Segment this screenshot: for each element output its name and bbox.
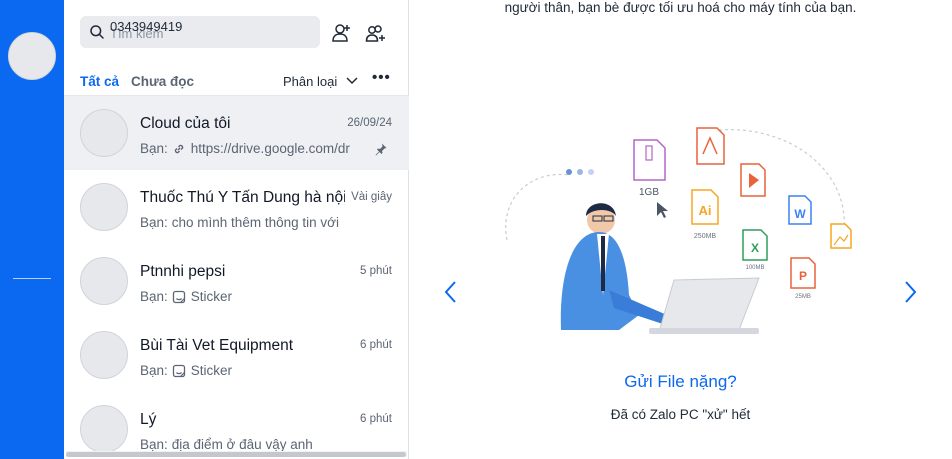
preview-text: cho mình thêm thông tin với: [171, 215, 339, 230]
conversation-name: Cloud của tôi: [140, 115, 231, 132]
conversation-preview: Bạn: cho mình thêm thông tin với: [140, 215, 370, 230]
welcome-area: người thân, bạn bè được tối ưu hoá cho m…: [409, 0, 952, 459]
preview-text: địa điểm ở đâu vậy anh: [171, 437, 313, 451]
conversation-time: Vài giây: [351, 191, 392, 203]
nav-rail: [0, 0, 64, 459]
sender-label: Bạn:: [140, 141, 168, 156]
add-friend-icon[interactable]: [331, 22, 353, 44]
sender-label: Bạn:: [140, 289, 168, 304]
horizontal-scrollbar[interactable]: [66, 451, 407, 457]
conversation-row[interactable]: Ptnnhi pepsi 5 phút Bạn: Sticker: [64, 244, 409, 318]
video-file-icon: [740, 163, 766, 197]
create-group-icon[interactable]: [365, 22, 387, 44]
svg-text:25MB: 25MB: [795, 294, 811, 300]
conversation-name: Bùi Tài Vet Equipment: [140, 337, 294, 354]
sender-label: Bạn:: [140, 363, 168, 378]
tab-unread[interactable]: Chưa đọc: [131, 74, 194, 89]
tab-all[interactable]: Tất cả: [80, 74, 119, 89]
preview-text: https://drive.google.com/dr: [190, 141, 350, 156]
conversation-filters: Tất cả Chưa đọc Phân loại •••: [64, 68, 409, 96]
conversation-time: 26/09/24: [347, 117, 392, 129]
scrollbar-thumb[interactable]: [66, 452, 406, 457]
illustrator-file-icon: Ai 250MB: [691, 189, 719, 240]
next-slide-icon[interactable]: [902, 279, 918, 305]
pin-icon[interactable]: [374, 142, 388, 156]
word-file-icon: W: [788, 195, 812, 225]
slide-title: Gửi File nặng?: [624, 372, 737, 391]
conversation-name: Ptnnhi pepsi: [140, 263, 226, 280]
conversation-row[interactable]: Thuốc Thú Y Tấn Dung hà nội Vài giây Bạn: c…: [64, 170, 409, 244]
pdf-file-icon: [696, 127, 725, 165]
conversation-panel: Tìm kiếm 0343949419 Tất cả Chưa đọc Phân…: [64, 0, 409, 459]
conversation-row[interactable]: Cloud của tôi 26/09/24 Bạn: https://drive.g…: [64, 96, 409, 170]
laptop: [649, 277, 760, 334]
conversation-preview: Bạn: Sticker: [140, 363, 370, 378]
svg-text:100MB: 100MB: [745, 265, 764, 271]
conversation-avatar: [80, 331, 128, 379]
conversation-avatar: [80, 257, 128, 305]
search-icon: [90, 25, 104, 39]
sort-dropdown[interactable]: Phân loại: [283, 74, 337, 89]
sticker-icon: [172, 290, 185, 304]
conversation-avatar: [80, 183, 128, 231]
svg-text:P: P: [799, 269, 807, 283]
conversation-time: 5 phút: [360, 265, 392, 277]
user-avatar[interactable]: [8, 32, 56, 80]
link-icon: [174, 144, 184, 154]
svg-text:X: X: [751, 241, 759, 255]
conversation-preview: Bạn: https://drive.google.com/dr: [140, 141, 370, 156]
conversation-list: Cloud của tôi 26/09/24 Bạn: https://drive.g…: [64, 96, 409, 451]
more-options-button[interactable]: •••: [372, 69, 391, 86]
cursor-icon: [657, 202, 668, 218]
conversation-row[interactable]: Bùi Tài Vet Equipment 6 phút Bạn: Sticker: [64, 318, 409, 392]
zalo-window: Tìm kiếm 0343949419 Tất cả Chưa đọc Phân…: [0, 0, 952, 459]
slide-subtitle: Đã có Zalo PC "xử" hết: [610, 407, 751, 422]
zip-file-icon: 1GB: [633, 139, 666, 198]
welcome-description: người thân, bạn bè được tối ưu hoá cho m…: [504, 0, 857, 15]
excel-file-icon: X 100MB: [742, 229, 768, 271]
conversation-time: 6 phút: [360, 339, 392, 351]
svg-text:1GB: 1GB: [639, 187, 659, 198]
conversation-preview: Bạn: Sticker: [140, 289, 370, 304]
svg-text:W: W: [794, 207, 806, 221]
svg-text:250MB: 250MB: [694, 233, 717, 240]
search-input[interactable]: 0343949419: [110, 19, 182, 34]
preview-text: Sticker: [190, 363, 233, 378]
conversation-time: 6 phút: [360, 413, 392, 425]
conversation-row[interactable]: Lý 6 phút Bạn: địa điểm ở đâu vậy anh: [64, 392, 409, 451]
sender-label: Bạn:: [140, 215, 168, 230]
preview-text: Sticker: [190, 289, 233, 304]
search-box[interactable]: Tìm kiếm 0343949419: [80, 16, 320, 48]
conversation-name: Lý: [140, 411, 157, 428]
powerpoint-file-icon: P 25MB: [790, 257, 816, 300]
conversation-preview: Bạn: địa điểm ở đâu vậy anh: [140, 437, 370, 451]
dashed-arc: [718, 129, 845, 231]
sender-label: Bạn:: [140, 437, 168, 451]
conversation-name: Thuốc Thú Y Tấn Dung hà nội: [140, 189, 345, 206]
dashed-arc: [505, 173, 570, 241]
conversation-avatar: [80, 109, 128, 157]
rail-divider: [13, 278, 51, 279]
previous-slide-icon[interactable]: [443, 279, 459, 305]
image-file-icon: [830, 223, 852, 249]
sticker-icon: [172, 364, 185, 378]
svg-text:Ai: Ai: [699, 203, 712, 218]
send-large-file-illustration: 1GB Ai 250MB W X 100MB P 25MB: [505, 127, 852, 334]
chevron-down-icon[interactable]: [345, 75, 359, 87]
conversation-avatar: [80, 405, 128, 451]
